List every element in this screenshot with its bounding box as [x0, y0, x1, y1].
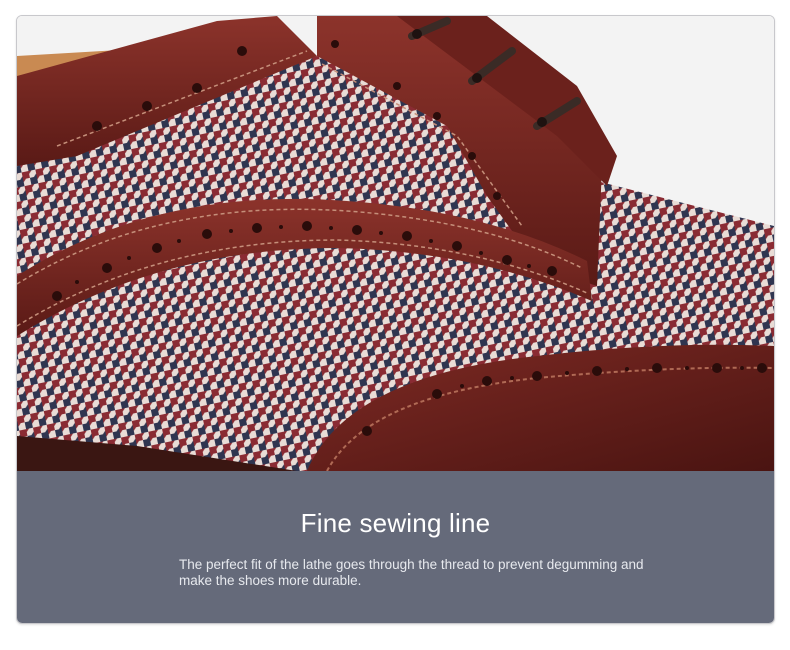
feature-card: Fine sewing line The perfect fit of the … [16, 15, 775, 624]
shoe-photo [17, 16, 774, 471]
feature-title: Fine sewing line [300, 508, 491, 538]
caption-panel: Fine sewing line The perfect fit of the … [17, 471, 774, 623]
feature-description: The perfect fit of the lathe goes throug… [179, 557, 644, 588]
brogue-shoe-illustration [17, 16, 774, 471]
